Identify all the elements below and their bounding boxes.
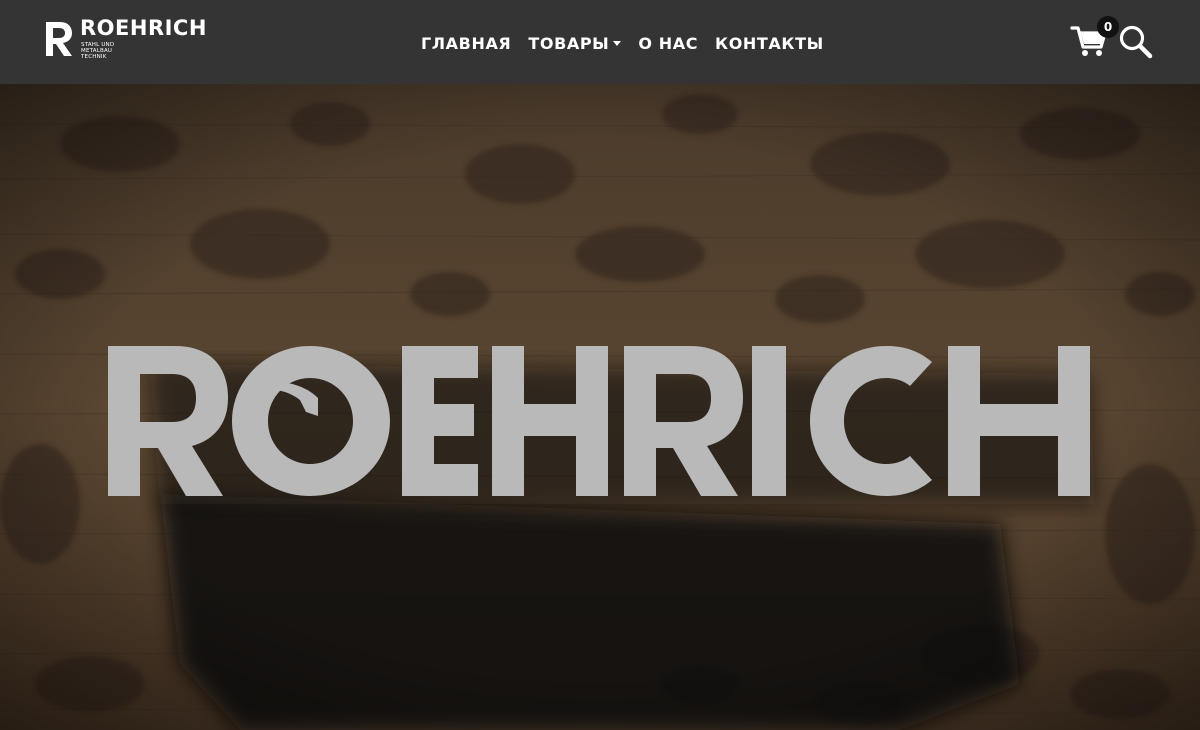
search-button[interactable] [1118, 24, 1154, 60]
nav-item-label: О НАС [638, 33, 699, 53]
nav-item-label: ГЛАВНАЯ [421, 33, 512, 53]
nav-item-products[interactable]: ТОВАРЫ [528, 33, 622, 53]
search-icon [1119, 25, 1153, 59]
hero-banner [0, 84, 1200, 730]
cart-count-badge: 0 [1097, 16, 1119, 38]
nav-item-label: КОНТАКТЫ [715, 33, 824, 53]
main-nav: ГЛАВНАЯ ТОВАРЫ О НАС КОНТАКТЫ [421, 33, 824, 53]
nav-item-label: ТОВАРЫ [528, 33, 610, 53]
brand-name: ROEHRICH [80, 16, 207, 40]
top-navbar: ROEHRICH STAHL UND METALBAU TECHNIK ГЛАВ… [0, 0, 1200, 84]
nav-item-contacts[interactable]: КОНТАКТЫ [715, 34, 824, 53]
brand-tagline: STAHL UND METALBAU TECHNIK [81, 42, 115, 60]
nav-item-home[interactable]: ГЛАВНАЯ [421, 34, 511, 53]
brand-logo[interactable]: ROEHRICH STAHL UND METALBAU TECHNIK [44, 16, 207, 62]
brand-r-mark-icon [46, 22, 72, 56]
chevron-down-icon [613, 40, 622, 46]
nav-item-about[interactable]: О НАС [638, 34, 698, 53]
hero-roehrich-logo [108, 346, 1090, 496]
